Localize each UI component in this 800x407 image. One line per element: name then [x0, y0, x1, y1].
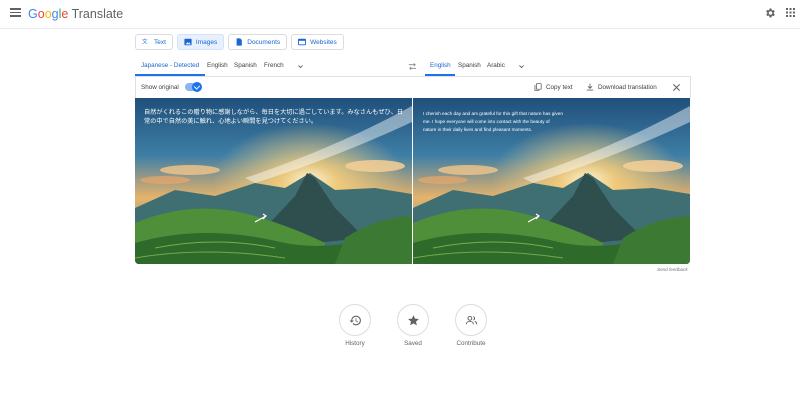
show-original-label: Show original — [141, 84, 179, 91]
result-toolbar: Show original Copy text Download transla… — [135, 77, 691, 98]
saved-button[interactable]: Saved — [396, 304, 430, 347]
history-button[interactable]: History — [338, 304, 372, 347]
download-label: Download translation — [598, 83, 657, 91]
history-icon — [349, 315, 361, 325]
send-feedback-link[interactable]: Send feedback — [657, 267, 688, 272]
history-circle[interactable] — [339, 304, 371, 336]
apps-grid-icon[interactable] — [786, 8, 795, 17]
gear-icon[interactable] — [764, 7, 776, 19]
target-lang-english[interactable]: English — [430, 62, 451, 69]
website-icon — [298, 38, 307, 46]
contribute-icon — [465, 315, 477, 324]
source-lang-french[interactable]: French — [264, 62, 284, 69]
saved-circle[interactable] — [397, 304, 429, 336]
shortcut-buttons: History Saved Contribute — [338, 304, 490, 354]
tab-label: Websites — [310, 38, 337, 46]
language-bar: Japanese - Detected English Spanish Fren… — [135, 58, 691, 77]
target-lang-arabic[interactable]: Arabic — [487, 62, 505, 69]
translated-image-panel: I cherish each day and am grateful for t… — [413, 98, 690, 264]
contribute-button[interactable]: Contribute — [454, 304, 488, 347]
swap-languages-icon[interactable] — [408, 62, 417, 71]
copy-text-button[interactable]: Copy text — [534, 83, 573, 91]
mode-tabs: 文 Text Images Documents Websites — [135, 34, 344, 50]
target-lang-spanish[interactable]: Spanish — [458, 62, 481, 69]
source-lang-detected[interactable]: Japanese - Detected — [141, 62, 199, 69]
logo-product-name: Translate — [68, 7, 124, 21]
tab-websites[interactable]: Websites — [291, 34, 344, 50]
logo-letter: g — [51, 7, 59, 21]
image-panels: 自然がくれるこの贈り物に感謝しながら、毎日を大切に過ごしています。みなさんもぜひ… — [135, 98, 691, 264]
tab-documents[interactable]: Documents — [228, 34, 288, 50]
header-divider — [0, 28, 800, 29]
original-text-overlay: 自然がくれるこの贈り物に感謝しながら、毎日を大切に過ごしています。みなさんもぜひ… — [144, 109, 404, 125]
history-label: History — [345, 340, 365, 347]
toggle-knob — [192, 82, 202, 92]
translate-icon: 文 — [142, 38, 148, 46]
original-image-panel: 自然がくれるこの贈り物に感謝しながら、毎日を大切に過ごしています。みなさんもぜひ… — [135, 98, 412, 264]
logo-letter: o — [37, 7, 45, 21]
tab-label: Text — [154, 38, 166, 46]
svg-text:文: 文 — [142, 38, 148, 46]
show-original-toggle[interactable] — [185, 82, 202, 92]
star-icon — [407, 314, 419, 325]
logo-letter: G — [28, 7, 38, 21]
top-bar: Google Translate — [0, 0, 800, 28]
image-icon — [184, 38, 192, 46]
chevron-down-icon[interactable] — [518, 63, 525, 70]
contribute-label: Contribute — [456, 340, 486, 347]
copy-icon — [534, 83, 542, 91]
translated-text-overlay: I cherish each day and am grateful for t… — [423, 111, 563, 132]
hamburger-icon[interactable] — [10, 8, 21, 17]
download-icon — [586, 83, 594, 91]
download-translation-button[interactable]: Download translation — [586, 83, 657, 91]
source-lang-spanish[interactable]: Spanish — [234, 62, 257, 69]
close-icon[interactable] — [672, 83, 681, 92]
contribute-circle[interactable] — [455, 304, 487, 336]
document-icon — [236, 38, 243, 46]
google-translate-logo[interactable]: Google Translate — [28, 7, 123, 21]
chevron-down-icon[interactable] — [297, 63, 304, 70]
tab-label: Images — [195, 38, 218, 46]
source-lang-english[interactable]: English — [207, 62, 228, 69]
saved-label: Saved — [404, 340, 422, 347]
tab-text[interactable]: 文 Text — [135, 34, 173, 50]
logo-letter: o — [44, 7, 52, 21]
copy-text-label: Copy text — [546, 83, 573, 91]
tab-images[interactable]: Images — [176, 34, 225, 50]
tab-label: Documents — [247, 38, 281, 46]
